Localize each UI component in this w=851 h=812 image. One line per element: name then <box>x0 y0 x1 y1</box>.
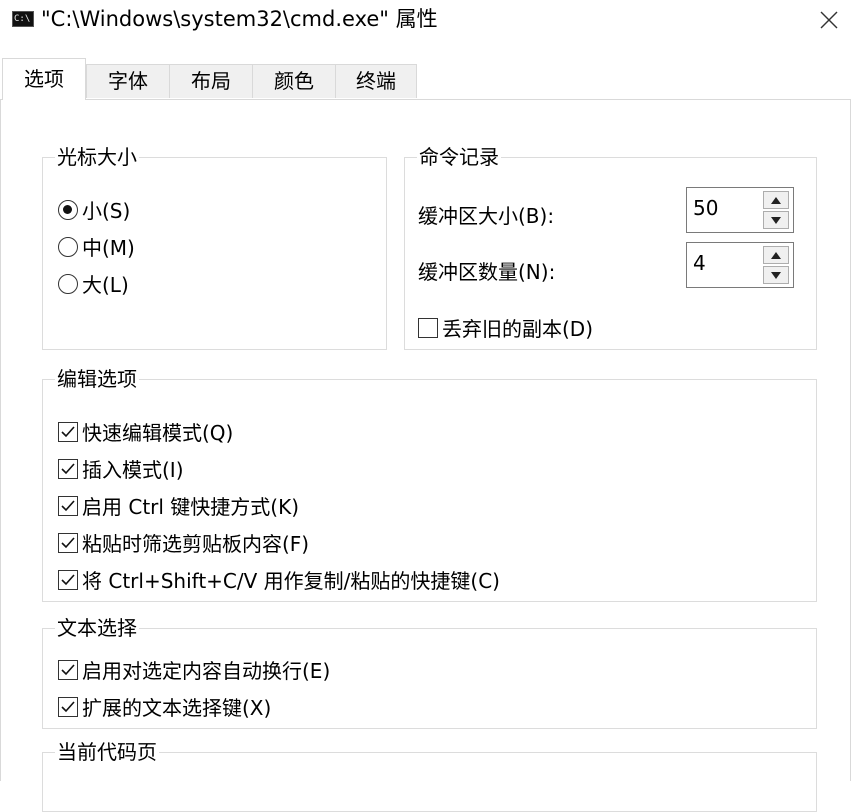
checkbox-label: 粘贴时筛选剪贴板内容(F) <box>82 532 310 556</box>
cmd-app-icon: C:\ <box>12 11 34 27</box>
checkbox-label: 丢弃旧的副本(D) <box>442 317 594 341</box>
tab-colors[interactable]: 颜色 <box>252 64 336 98</box>
radio-button[interactable] <box>58 236 78 257</box>
buffer-size-value[interactable]: 50 <box>693 196 718 220</box>
tab-divider <box>0 99 851 100</box>
arrow-down-icon <box>771 271 781 279</box>
checkbox-label: 扩展的文本选择键(X) <box>82 696 272 720</box>
tab-options[interactable]: 选项 <box>2 58 86 100</box>
tab-terminal[interactable]: 终端 <box>335 64 417 98</box>
spin-up-button[interactable] <box>763 246 789 264</box>
checkbox-quick-edit[interactable]: 快速编辑模式(Q) <box>58 417 233 446</box>
checkbox-insert-mode[interactable]: 插入模式(I) <box>58 454 184 483</box>
checkbox-checked[interactable] <box>58 569 78 590</box>
tab-font[interactable]: 字体 <box>86 64 170 98</box>
checkmark-icon <box>61 462 75 474</box>
checkmark-icon <box>61 499 75 511</box>
buffer-count-spinner[interactable]: 4 <box>686 242 794 288</box>
radio-cursor-large[interactable]: 大(L) <box>58 269 129 298</box>
radio-cursor-medium[interactable]: 中(M) <box>58 232 135 261</box>
checkbox-checked[interactable] <box>58 495 78 516</box>
close-icon <box>820 11 838 29</box>
checkbox-extended-selection-keys[interactable]: 扩展的文本选择键(X) <box>58 692 271 721</box>
checkbox-unchecked[interactable] <box>418 317 438 338</box>
checkbox-checked[interactable] <box>58 532 78 553</box>
arrow-up-icon <box>771 196 781 204</box>
checkbox-checked[interactable] <box>58 696 78 717</box>
spin-buttons <box>763 191 789 229</box>
buffer-count-label: 缓冲区数量(N): <box>418 260 556 284</box>
window-title: "C:\Windows\system32\cmd.exe" 属性 <box>41 7 438 31</box>
checkbox-checked[interactable] <box>58 458 78 479</box>
tab-layout[interactable]: 布局 <box>169 64 253 98</box>
cursor-size-legend: 光标大小 <box>55 143 139 171</box>
spin-down-button[interactable] <box>763 266 789 284</box>
title-bar: C:\ "C:\Windows\system32\cmd.exe" 属性 <box>0 0 851 46</box>
code-page-legend: 当前代码页 <box>55 738 159 766</box>
checkbox-discard-old-duplicates[interactable]: 丢弃旧的副本(D) <box>418 313 593 342</box>
spin-down-button[interactable] <box>763 211 789 229</box>
radio-label: 大(L) <box>82 273 129 297</box>
command-history-legend: 命令记录 <box>417 143 501 171</box>
code-page-group: 当前代码页 <box>42 738 817 812</box>
checkmark-icon <box>61 536 75 548</box>
buffer-size-spinner[interactable]: 50 <box>686 187 794 233</box>
checkmark-icon <box>61 663 75 675</box>
spin-buttons <box>763 246 789 284</box>
radio-cursor-small[interactable]: 小(S) <box>58 195 130 224</box>
arrow-down-icon <box>771 216 781 224</box>
checkbox-label: 快速编辑模式(Q) <box>82 421 234 445</box>
checkbox-filter-clipboard[interactable]: 粘贴时筛选剪贴板内容(F) <box>58 528 309 557</box>
checkbox-line-wrap-selection[interactable]: 启用对选定内容自动换行(E) <box>58 655 330 684</box>
buffer-count-value[interactable]: 4 <box>693 251 706 275</box>
radio-button[interactable] <box>58 273 78 294</box>
text-selection-legend: 文本选择 <box>55 614 139 642</box>
buffer-size-label: 缓冲区大小(B): <box>418 204 555 228</box>
radio-label: 小(S) <box>82 199 131 223</box>
checkbox-checked[interactable] <box>58 421 78 442</box>
radio-button-checked[interactable] <box>58 199 78 220</box>
checkbox-label: 将 Ctrl+Shift+C/V 用作复制/粘贴的快捷键(C) <box>82 569 500 593</box>
checkbox-ctrl-shift-cv[interactable]: 将 Ctrl+Shift+C/V 用作复制/粘贴的快捷键(C) <box>58 565 500 594</box>
arrow-up-icon <box>771 251 781 259</box>
checkbox-ctrl-shortcuts[interactable]: 启用 Ctrl 键快捷方式(K) <box>58 491 299 520</box>
checkmark-icon <box>61 425 75 437</box>
checkbox-checked[interactable] <box>58 659 78 680</box>
checkbox-label: 启用对选定内容自动换行(E) <box>82 659 331 683</box>
radio-label: 中(M) <box>82 236 135 260</box>
checkmark-icon <box>61 573 75 585</box>
checkbox-label: 启用 Ctrl 键快捷方式(K) <box>82 495 300 519</box>
checkmark-icon <box>61 700 75 712</box>
close-button[interactable] <box>807 0 851 40</box>
edit-options-legend: 编辑选项 <box>55 365 139 393</box>
spin-up-button[interactable] <box>763 191 789 209</box>
checkbox-label: 插入模式(I) <box>82 458 184 482</box>
panel-border-left <box>0 99 1 781</box>
